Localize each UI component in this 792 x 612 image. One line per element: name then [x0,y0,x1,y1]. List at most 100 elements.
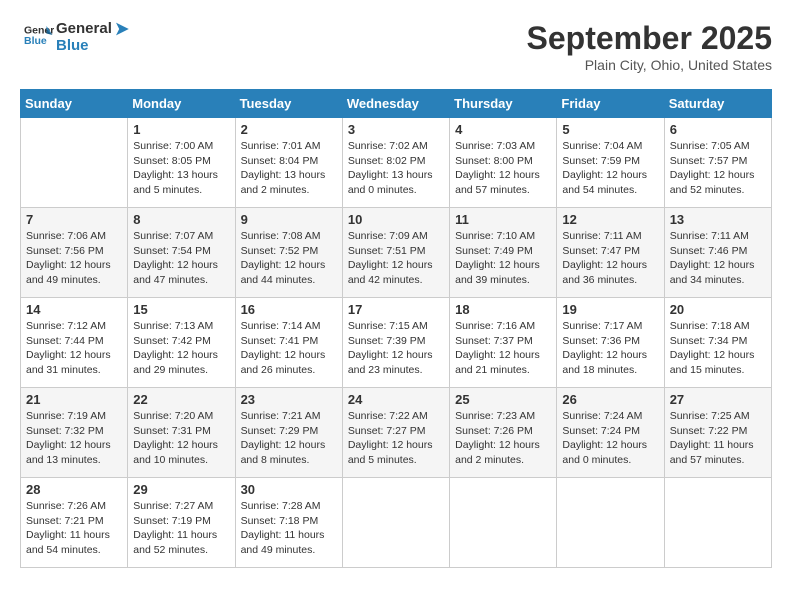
day-info: Sunrise: 7:10 AMSunset: 7:49 PMDaylight:… [455,229,551,288]
day-number: 25 [455,392,551,407]
calendar-cell: 14Sunrise: 7:12 AMSunset: 7:44 PMDayligh… [21,298,128,388]
day-number: 14 [26,302,122,317]
day-info: Sunrise: 7:11 AMSunset: 7:47 PMDaylight:… [562,229,658,288]
day-number: 13 [670,212,766,227]
day-info: Sunrise: 7:00 AMSunset: 8:05 PMDaylight:… [133,139,229,198]
day-info: Sunrise: 7:09 AMSunset: 7:51 PMDaylight:… [348,229,444,288]
calendar-table: SundayMondayTuesdayWednesdayThursdayFrid… [20,89,772,568]
calendar-cell: 29 Sunrise: 7:27 AMSunset: 7:19 PMDayligh… [128,478,235,568]
calendar-cell: 22 Sunrise: 7:20 AMSunset: 7:31 PMDayligh… [128,388,235,478]
calendar-cell: 12Sunrise: 7:11 AMSunset: 7:47 PMDayligh… [557,208,664,298]
day-info: Sunrise: 7:23 AMSunset: 7:26 PMDaylight:… [455,409,551,468]
calendar-cell: 10 Sunrise: 7:09 AMSunset: 7:51 PMDayligh… [342,208,449,298]
calendar-cell [557,478,664,568]
day-number: 21 [26,392,122,407]
day-number: 5 [562,122,658,137]
day-info: Sunrise: 7:13 AMSunset: 7:42 PMDaylight:… [133,319,229,378]
calendar-cell: 8 Sunrise: 7:07 AMSunset: 7:54 PMDaylight… [128,208,235,298]
day-number: 10 [348,212,444,227]
calendar-cell [450,478,557,568]
logo-text-blue: Blue [56,38,132,55]
day-number: 20 [670,302,766,317]
day-info: Sunrise: 7:27 AMSunset: 7:19 PMDaylight:… [133,499,229,558]
calendar-cell: 27Sunrise: 7:25 AMSunset: 7:22 PMDayligh… [664,388,771,478]
calendar-cell: 6 Sunrise: 7:05 AMSunset: 7:57 PMDaylight… [664,118,771,208]
calendar-cell: 17Sunrise: 7:15 AMSunset: 7:39 PMDayligh… [342,298,449,388]
day-info: Sunrise: 7:07 AMSunset: 7:54 PMDaylight:… [133,229,229,288]
logo-text-general: General [56,20,112,37]
day-header-wednesday: Wednesday [342,90,449,118]
day-info: Sunrise: 7:25 AMSunset: 7:22 PMDaylight:… [670,409,766,468]
day-number: 22 [133,392,229,407]
calendar-cell: 2Sunrise: 7:01 AMSunset: 8:04 PMDaylight… [235,118,342,208]
day-header-monday: Monday [128,90,235,118]
day-info: Sunrise: 7:16 AMSunset: 7:37 PMDaylight:… [455,319,551,378]
calendar-cell: 19Sunrise: 7:17 AMSunset: 7:36 PMDayligh… [557,298,664,388]
calendar-week-row: 28 Sunrise: 7:26 AMSunset: 7:21 PMDayligh… [21,478,772,568]
day-number: 23 [241,392,337,407]
day-number: 1 [133,122,229,137]
calendar-week-row: 14Sunrise: 7:12 AMSunset: 7:44 PMDayligh… [21,298,772,388]
calendar-cell: 28 Sunrise: 7:26 AMSunset: 7:21 PMDayligh… [21,478,128,568]
day-number: 18 [455,302,551,317]
page-header: General Blue General Blue September 2025… [20,20,772,73]
calendar-cell: 20 Sunrise: 7:18 AMSunset: 7:34 PMDayligh… [664,298,771,388]
calendar-cell: 23 Sunrise: 7:21 AMSunset: 7:29 PMDayligh… [235,388,342,478]
day-number: 2 [241,122,337,137]
day-number: 30 [241,482,337,497]
calendar-cell [342,478,449,568]
calendar-cell: 3Sunrise: 7:02 AMSunset: 8:02 PMDaylight… [342,118,449,208]
day-header-thursday: Thursday [450,90,557,118]
day-info: Sunrise: 7:08 AMSunset: 7:52 PMDaylight:… [241,229,337,288]
logo-arrow-icon [116,21,132,37]
day-info: Sunrise: 7:21 AMSunset: 7:29 PMDaylight:… [241,409,337,468]
day-info: Sunrise: 7:17 AMSunset: 7:36 PMDaylight:… [562,319,658,378]
day-number: 6 [670,122,766,137]
day-number: 15 [133,302,229,317]
day-info: Sunrise: 7:14 AMSunset: 7:41 PMDaylight:… [241,319,337,378]
day-info: Sunrise: 7:20 AMSunset: 7:31 PMDaylight:… [133,409,229,468]
day-number: 24 [348,392,444,407]
day-number: 4 [455,122,551,137]
day-number: 26 [562,392,658,407]
calendar-cell: 7 Sunrise: 7:06 AMSunset: 7:56 PMDaylight… [21,208,128,298]
day-number: 28 [26,482,122,497]
day-info: Sunrise: 7:02 AMSunset: 8:02 PMDaylight:… [348,139,444,198]
calendar-week-row: 7 Sunrise: 7:06 AMSunset: 7:56 PMDaylight… [21,208,772,298]
calendar-cell: 4 Sunrise: 7:03 AMSunset: 8:00 PMDaylight… [450,118,557,208]
day-info: Sunrise: 7:26 AMSunset: 7:21 PMDaylight:… [26,499,122,558]
day-header-friday: Friday [557,90,664,118]
calendar-cell: 9 Sunrise: 7:08 AMSunset: 7:52 PMDaylight… [235,208,342,298]
day-header-tuesday: Tuesday [235,90,342,118]
calendar-week-row: 21 Sunrise: 7:19 AMSunset: 7:32 PMDayligh… [21,388,772,478]
day-number: 9 [241,212,337,227]
day-number: 29 [133,482,229,497]
calendar-cell: 18 Sunrise: 7:16 AMSunset: 7:37 PMDayligh… [450,298,557,388]
day-number: 17 [348,302,444,317]
day-info: Sunrise: 7:04 AMSunset: 7:59 PMDaylight:… [562,139,658,198]
day-info: Sunrise: 7:11 AMSunset: 7:46 PMDaylight:… [670,229,766,288]
calendar-cell: 5 Sunrise: 7:04 AMSunset: 7:59 PMDaylight… [557,118,664,208]
calendar-cell: 30 Sunrise: 7:28 AMSunset: 7:18 PMDayligh… [235,478,342,568]
day-number: 11 [455,212,551,227]
calendar-cell [664,478,771,568]
logo: General Blue General Blue [20,20,132,55]
day-info: Sunrise: 7:05 AMSunset: 7:57 PMDaylight:… [670,139,766,198]
calendar-cell: 13 Sunrise: 7:11 AMSunset: 7:46 PMDayligh… [664,208,771,298]
calendar-cell: 25 Sunrise: 7:23 AMSunset: 7:26 PMDayligh… [450,388,557,478]
day-number: 7 [26,212,122,227]
day-info: Sunrise: 7:06 AMSunset: 7:56 PMDaylight:… [26,229,122,288]
day-info: Sunrise: 7:18 AMSunset: 7:34 PMDaylight:… [670,319,766,378]
month-title: September 2025 [527,20,772,57]
calendar-cell: 11 Sunrise: 7:10 AMSunset: 7:49 PMDayligh… [450,208,557,298]
calendar-cell: 26Sunrise: 7:24 AMSunset: 7:24 PMDayligh… [557,388,664,478]
calendar-week-row: 1 Sunrise: 7:00 AMSunset: 8:05 PMDaylight… [21,118,772,208]
logo-icon: General Blue [24,20,54,50]
calendar-cell: 15 Sunrise: 7:13 AMSunset: 7:42 PMDayligh… [128,298,235,388]
day-number: 16 [241,302,337,317]
day-info: Sunrise: 7:19 AMSunset: 7:32 PMDaylight:… [26,409,122,468]
day-number: 8 [133,212,229,227]
day-info: Sunrise: 7:03 AMSunset: 8:00 PMDaylight:… [455,139,551,198]
svg-text:Blue: Blue [24,35,47,47]
day-info: Sunrise: 7:28 AMSunset: 7:18 PMDaylight:… [241,499,337,558]
